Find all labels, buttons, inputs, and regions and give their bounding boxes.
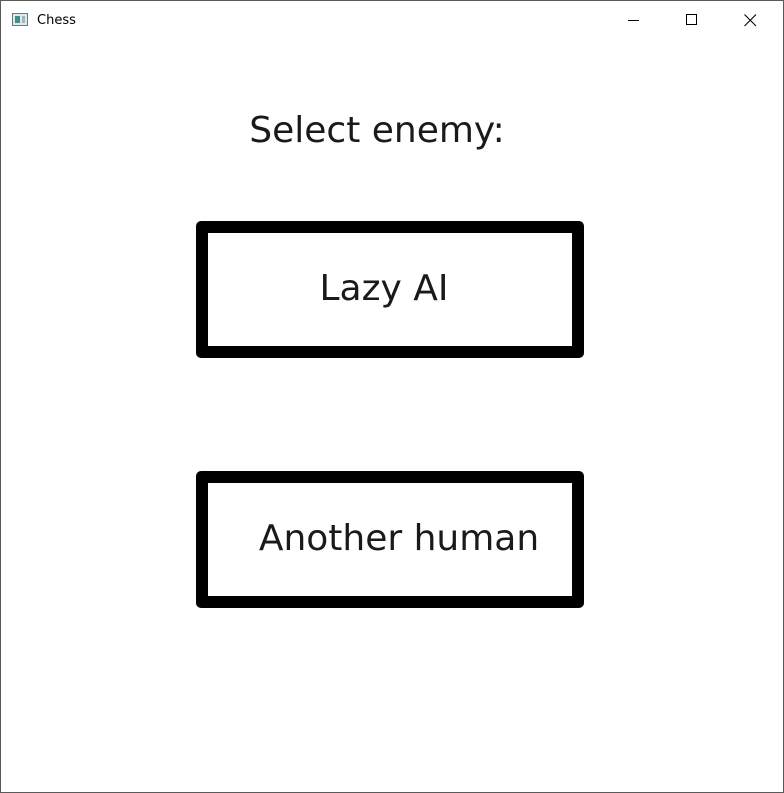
select-enemy-heading: Select enemy:	[249, 110, 505, 151]
title-bar[interactable]: Chess	[1, 1, 783, 39]
lazy-ai-button[interactable]: Lazy AI	[196, 221, 584, 358]
maximize-button[interactable]	[663, 1, 721, 39]
maximize-icon	[686, 14, 697, 25]
lazy-ai-label: Lazy AI	[319, 268, 449, 309]
another-human-label: Another human	[258, 518, 540, 559]
close-button[interactable]	[721, 1, 783, 39]
another-human-button[interactable]: Another human	[196, 471, 584, 608]
app-window-icon	[12, 13, 28, 26]
close-icon	[744, 14, 757, 27]
minimize-button[interactable]	[605, 1, 663, 39]
minimize-icon	[628, 20, 639, 21]
window-title: Chess	[37, 13, 76, 28]
chess-window: Chess Select enemy: Lazy AI Another huma…	[0, 0, 784, 793]
